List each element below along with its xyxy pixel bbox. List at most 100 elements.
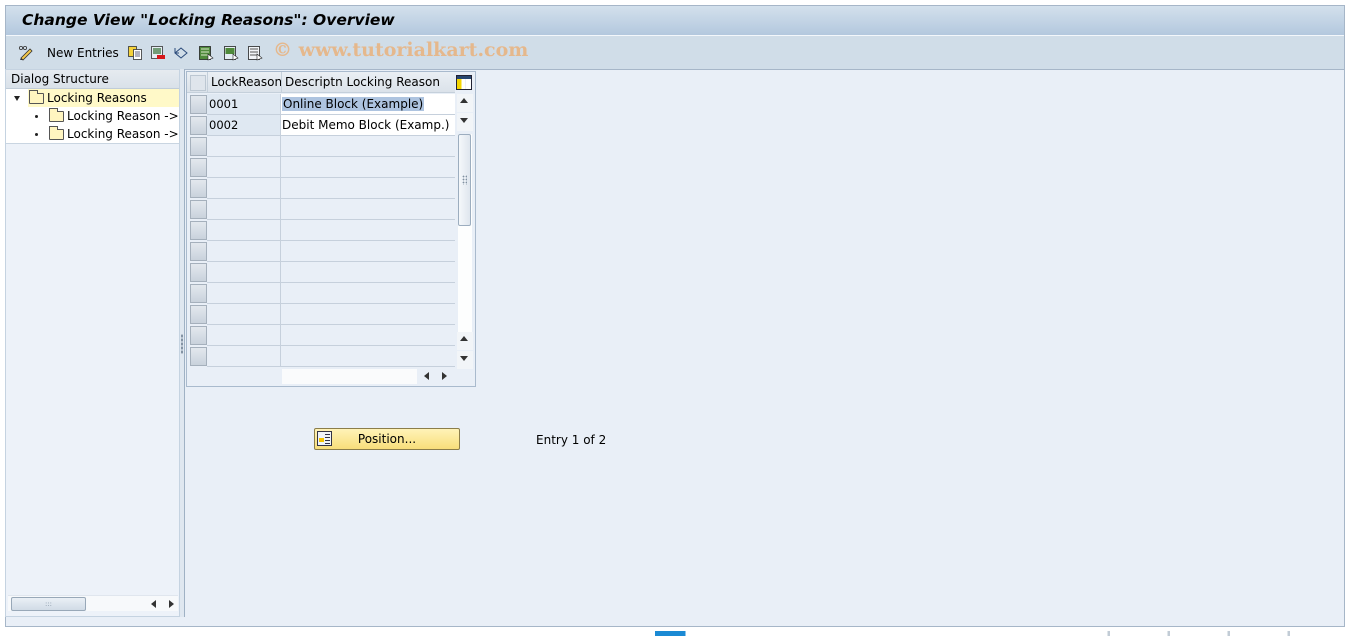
row-selector-button[interactable] — [190, 137, 207, 156]
dialog-structure-header: Dialog Structure — [6, 70, 179, 89]
scroll-thumb[interactable]: ::: — [11, 597, 86, 611]
new-entries-label: New Entries — [47, 46, 119, 60]
dialog-structure-tree: Locking Reasons Locking Reason -> M Lock… — [6, 89, 179, 144]
cell-lockreason: 0001 — [207, 94, 281, 115]
cell-lockreason — [207, 136, 281, 157]
row-selector-button[interactable] — [190, 221, 207, 240]
table-row[interactable] — [187, 199, 455, 220]
tree-item-label: Locking Reason -> M — [67, 109, 179, 123]
arrow-down-icon — [460, 118, 468, 123]
table-row[interactable] — [187, 178, 455, 199]
cell-lockreason — [207, 157, 281, 178]
deselect-all-button[interactable] — [247, 44, 263, 62]
copy-as-button[interactable] — [127, 44, 143, 62]
table-row[interactable] — [187, 220, 455, 241]
table-row[interactable]: 0002 Debit Memo Block (Examp.) — [187, 115, 455, 136]
cell-description — [281, 178, 455, 199]
arrow-left-icon — [151, 600, 156, 608]
row-selector-button[interactable] — [190, 116, 207, 135]
row-selector-button[interactable] — [190, 326, 207, 345]
application-toolbar: New Entries © www.tutorialkart.com — [6, 36, 1344, 70]
column-header-lockreason[interactable]: LockReason — [207, 72, 282, 93]
scroll-down-button[interactable] — [457, 113, 473, 131]
tree-item-label: Locking Reason -> Fu — [67, 127, 179, 141]
tree-horizontal-scrollbar[interactable]: ::: — [8, 595, 178, 611]
table-row[interactable] — [187, 262, 455, 283]
deselect-all-icon — [247, 45, 263, 61]
row-selector-button[interactable] — [190, 347, 207, 366]
page-title: Change View "Locking Reasons": Overview — [22, 11, 395, 29]
open-folder-icon — [29, 90, 44, 104]
scroll-right-button[interactable] — [438, 369, 450, 383]
row-selector-button[interactable] — [190, 158, 207, 177]
scroll-left-button[interactable] — [148, 597, 160, 611]
select-all-button[interactable] — [198, 44, 214, 62]
expand-triangle-icon[interactable] — [14, 96, 20, 101]
cell-lockreason — [207, 199, 281, 220]
table-row[interactable] — [187, 136, 455, 157]
change-display-button[interactable] — [18, 44, 34, 62]
tree-item-locking-reasons[interactable]: Locking Reasons — [6, 89, 179, 107]
page-down-button[interactable] — [457, 351, 473, 369]
cell-lockreason — [207, 325, 281, 346]
cell-description — [281, 283, 455, 304]
entry-count: Entry 1 of 2 — [536, 433, 607, 447]
grip-icon — [462, 175, 467, 185]
selected-text: Online Block (Example) — [282, 97, 425, 111]
position-icon — [317, 431, 332, 446]
table-row[interactable] — [187, 346, 455, 367]
cell-lockreason — [207, 304, 281, 325]
table-row[interactable] — [187, 157, 455, 178]
row-selector-button[interactable] — [190, 200, 207, 219]
cell-description[interactable]: Online Block (Example) — [281, 94, 455, 115]
page-up-button[interactable] — [457, 332, 473, 350]
row-selector-button[interactable] — [190, 95, 207, 114]
row-selector-button[interactable] — [190, 179, 207, 198]
table-row[interactable] — [187, 241, 455, 262]
table-horizontal-scrollbar[interactable] — [282, 369, 452, 384]
table-header: LockReason Descriptn Locking Reason — [187, 72, 455, 93]
splitter-grip-icon — [181, 334, 183, 354]
cell-description — [281, 220, 455, 241]
row-selector-button[interactable] — [190, 284, 207, 303]
row-selector-button[interactable] — [190, 263, 207, 282]
column-header-description[interactable]: Descriptn Locking Reason — [281, 72, 455, 93]
pane-splitter[interactable] — [180, 69, 185, 617]
new-entries-button[interactable]: New Entries — [43, 44, 119, 62]
delete-button[interactable] — [150, 44, 166, 62]
table-vertical-scrollbar[interactable] — [456, 94, 474, 369]
table-row[interactable] — [187, 304, 455, 325]
pencil-glasses-icon — [18, 45, 34, 61]
tree-item-locking-reason-fu[interactable]: Locking Reason -> Fu — [6, 125, 179, 143]
select-block-button[interactable] — [223, 44, 239, 62]
table-settings-icon[interactable] — [456, 75, 472, 90]
position-button[interactable]: Position... — [314, 428, 460, 450]
watermark: © www.tutorialkart.com — [273, 39, 529, 61]
table-row[interactable] — [187, 283, 455, 304]
folder-icon — [49, 108, 64, 122]
table-row[interactable]: 0001 Online Block (Example) — [187, 94, 455, 115]
scroll-up-button[interactable] — [457, 94, 473, 112]
select-all-icon — [198, 45, 214, 61]
select-all-rows-button[interactable] — [190, 75, 206, 91]
scroll-left-button[interactable] — [421, 369, 433, 383]
table-row[interactable] — [187, 325, 455, 346]
folder-icon — [49, 126, 64, 140]
bullet-icon — [35, 115, 38, 118]
copy-icon — [127, 45, 143, 61]
cell-description[interactable]: Debit Memo Block (Examp.) — [281, 115, 455, 136]
cell-description — [281, 136, 455, 157]
bullet-icon — [35, 133, 38, 136]
cell-lockreason — [207, 220, 281, 241]
scroll-track[interactable] — [282, 369, 417, 384]
row-selector-button[interactable] — [190, 242, 207, 261]
cell-description — [281, 199, 455, 220]
scroll-right-button[interactable] — [165, 597, 177, 611]
tree-item-locking-reason-m[interactable]: Locking Reason -> M — [6, 107, 179, 125]
scroll-thumb[interactable] — [458, 134, 471, 226]
arrow-right-icon — [169, 600, 174, 608]
cell-lockreason: 0002 — [207, 115, 281, 136]
sap-logo-icon — [655, 631, 693, 636]
row-selector-button[interactable] — [190, 305, 207, 324]
undo-change-button[interactable] — [173, 44, 189, 62]
